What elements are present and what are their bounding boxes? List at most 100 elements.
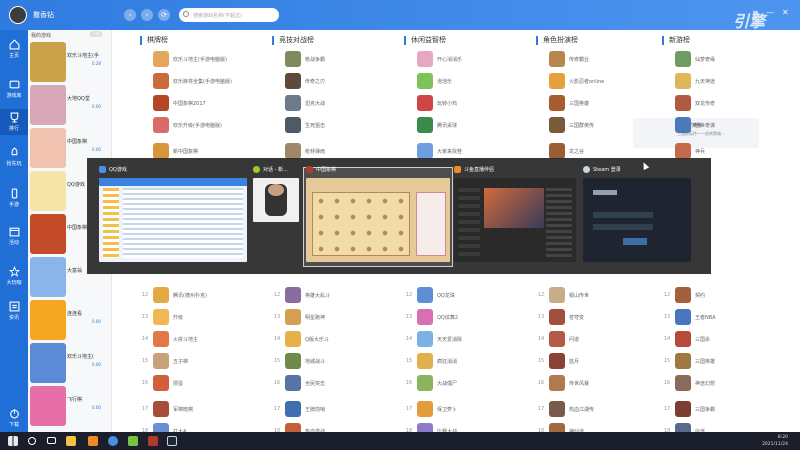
recent-game-card[interactable]: 欢乐斗地主(手 0.28 (30, 42, 110, 82)
ranking-row[interactable]: 传奇霸业 (536, 51, 662, 67)
ranking-row[interactable]: 坦克大战 (272, 95, 398, 111)
ranking-row[interactable]: 13 王者NBA (662, 309, 788, 325)
ranking-column-title[interactable]: 休闲益智榜 (404, 36, 446, 45)
ranking-row[interactable]: 12 英雄大乱斗 (272, 287, 398, 303)
ranking-row[interactable]: 16 传世风暴 (536, 375, 662, 391)
sidebar-item-ranking[interactable]: 排行 (0, 109, 28, 135)
qqgame-taskbar-icon[interactable] (108, 436, 118, 446)
recent-game-card[interactable]: 大地QQ堂 0.00 (30, 85, 110, 125)
minimize-icon[interactable]: — (766, 8, 774, 17)
ranking-column-title[interactable]: 竞技对战榜 (272, 36, 314, 45)
ranking-row[interactable]: 三国群英传 (536, 117, 662, 133)
sidebar-item-vip[interactable]: 大玩咖 (0, 263, 28, 289)
ranking-row[interactable]: 枪林弹雨 (272, 143, 398, 159)
ranking-row[interactable]: 13 苍穹变 (536, 309, 662, 325)
ranking-row[interactable]: 开心消消乐 (404, 51, 530, 67)
chevron-right-icon[interactable]: › (141, 9, 153, 21)
chess-taskbar-icon[interactable] (148, 436, 158, 446)
ranking-row[interactable]: 14 天天爱消除 (404, 331, 530, 347)
ranking-column-title[interactable]: 角色扮演榜 (536, 36, 578, 45)
ranking-row[interactable]: 火影忍者online (536, 73, 662, 89)
ranking-row[interactable]: 17 热血江湖传 (536, 401, 662, 417)
ranking-row[interactable]: 神兵 (662, 143, 788, 159)
ranking-row[interactable]: 16 神途幻想 (662, 375, 788, 391)
ranking-row[interactable]: 17 军棋暗棋 (140, 401, 266, 417)
ranking-row[interactable]: 泡泡乐 (404, 73, 530, 89)
ranking-row[interactable]: 14 Q版大乐斗 (272, 331, 398, 347)
game-name: 泡泡乐 (437, 79, 453, 85)
rank-number: 12 (273, 292, 281, 298)
ranking-row[interactable]: 17 三国争霸 (662, 401, 788, 417)
ranking-row[interactable]: 13 QQ炫舞2 (404, 309, 530, 325)
ranking-row[interactable]: 传奇之刃 (272, 73, 398, 89)
ranking-row[interactable]: 17 保卫萝卜 (404, 401, 530, 417)
ranking-row[interactable]: 14 火拼斗地主 (140, 331, 266, 347)
ranking-row[interactable]: 16 掼蛋 (140, 375, 266, 391)
ranking-row[interactable]: 16 大战僵尸 (404, 375, 530, 391)
ranking-row[interactable]: 欢乐升级(手游电脑版) (140, 117, 266, 133)
refresh-icon[interactable]: ⟳ (158, 9, 170, 21)
ranking-row[interactable]: 12 腾讯(德州扑克) (140, 287, 266, 303)
ranking-row[interactable]: 绝世奇谋 (662, 117, 788, 133)
ranking-row[interactable]: 三国英雄 (536, 95, 662, 111)
recent-game-card[interactable]: 欢乐斗地主(0.00 (30, 343, 110, 383)
ranking-row[interactable]: 中国象棋2017 (140, 95, 266, 111)
ranking-row[interactable]: 13 明星跑神 (272, 309, 398, 325)
ranking-row[interactable]: 欢乐斗地主(手游电脑版) (140, 51, 266, 67)
ranking-column-title[interactable]: 棋牌榜 (140, 36, 168, 45)
steam-taskbar-icon[interactable] (167, 436, 177, 446)
close-icon[interactable]: ✕ (782, 8, 789, 17)
clock-date[interactable]: 2021/11/24 (750, 442, 788, 447)
ranking-column-title[interactable]: 新游榜 (662, 36, 690, 45)
explorer-icon[interactable] (66, 436, 76, 446)
sidebar-item-events[interactable]: 活动 (0, 223, 28, 249)
ranking-row[interactable]: 12 契约 (662, 287, 788, 303)
chat-taskbar-icon[interactable] (128, 436, 138, 446)
game-icon (153, 401, 169, 417)
douyu-taskbar-icon[interactable] (88, 436, 98, 446)
search-icon[interactable] (28, 437, 36, 445)
ranking-row[interactable]: 仙梦奇缘 (662, 51, 788, 67)
recent-game-card[interactable]: 连连看 0.00 (30, 300, 110, 340)
taskview-icon[interactable] (47, 437, 56, 444)
start-icon[interactable] (8, 436, 18, 446)
rank-number: 17 (405, 406, 413, 412)
ranking-row[interactable]: 玩转小鸡 (404, 95, 530, 111)
ranking-row[interactable]: 龙之谷 (536, 143, 662, 159)
ranking-row[interactable]: 16 全民突击 (272, 375, 398, 391)
sidebar-item-mobile[interactable]: 手游 (0, 185, 28, 211)
ranking-row[interactable]: 15 地城战斗 (272, 353, 398, 369)
ranking-row[interactable]: 15 疯狂消消 (404, 353, 530, 369)
clock-time[interactable]: 8:20 (758, 435, 788, 440)
ranking-row[interactable]: 17 王牌前哨 (272, 401, 398, 417)
ranking-row[interactable]: 欢乐麻将全集(手游电脑版) (140, 73, 266, 89)
username[interactable]: 撒香钻 (33, 10, 54, 20)
game-icon (675, 73, 691, 89)
ranking-row[interactable]: 腾讯桌球 (404, 117, 530, 133)
sidebar-item-early-access[interactable]: 抢先玩 (0, 144, 28, 170)
ranking-row[interactable]: 14 三国杀 (662, 331, 788, 347)
sidebar-item-library[interactable]: 游戏库 (0, 76, 28, 102)
ranking-row[interactable]: 枪战争霸 (272, 51, 398, 67)
ranking-row[interactable]: 生死狙击 (272, 117, 398, 133)
ranking-row[interactable]: 12 QQ龙珠 (404, 287, 530, 303)
sidebar-download[interactable]: 下载 (0, 405, 28, 431)
search-input[interactable]: 搜索游戏名称(不超过) (179, 8, 279, 22)
ranking-row[interactable]: 新中国象棋 (140, 143, 266, 159)
recent-tag[interactable]: 已经 (90, 31, 102, 37)
chevron-left-icon[interactable]: ‹ (124, 9, 136, 21)
ranking-row[interactable]: 12 银山传世 (536, 287, 662, 303)
ranking-row[interactable]: 双龙传奇 (662, 95, 788, 111)
recent-game-card[interactable]: 飞行棋 0.00 (30, 386, 110, 426)
sidebar-item-news[interactable]: 资讯 (0, 298, 28, 324)
ranking-row[interactable]: 15 五子棋 (140, 353, 266, 369)
menu-icon[interactable]: ≡ (752, 8, 759, 17)
ranking-row[interactable]: 九天神途 (662, 73, 788, 89)
sidebar-item-home[interactable]: 主页 (0, 36, 28, 62)
ranking-row[interactable]: 15 蓝月 (536, 353, 662, 369)
ranking-row[interactable]: 13 升级 (140, 309, 266, 325)
ranking-row[interactable]: 大家来找茬 (404, 143, 530, 159)
ranking-row[interactable]: 14 问道 (536, 331, 662, 347)
ranking-row[interactable]: 15 三国英雄 (662, 353, 788, 369)
avatar[interactable] (9, 6, 27, 24)
